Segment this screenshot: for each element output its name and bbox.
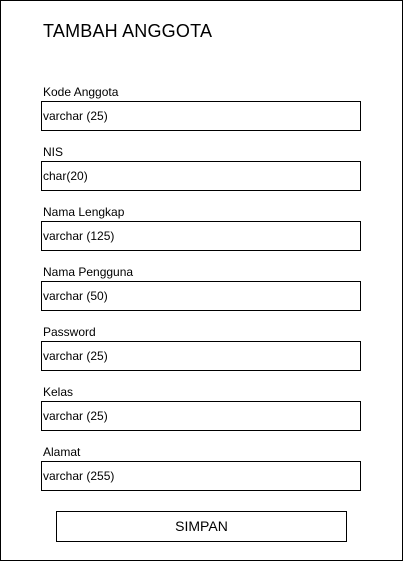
alamat-input[interactable]: varchar (255) [41, 461, 361, 491]
alamat-value: varchar (255) [43, 469, 115, 483]
nama-lengkap-label: Nama Lengkap [43, 205, 125, 219]
simpan-button[interactable]: SIMPAN [56, 511, 347, 542]
password-value: varchar (25) [43, 349, 108, 363]
nis-input[interactable]: char(20) [41, 161, 361, 191]
nama-lengkap-value: varchar (125) [43, 229, 115, 243]
alamat-label: Alamat [43, 445, 81, 459]
kelas-value: varchar (25) [43, 409, 108, 423]
nis-value: char(20) [43, 169, 88, 183]
password-label: Password [43, 325, 96, 339]
kelas-input[interactable]: varchar (25) [41, 401, 361, 431]
nis-label: NIS [43, 145, 64, 159]
kode-anggota-value: varchar (25) [43, 109, 108, 123]
kelas-label: Kelas [43, 385, 74, 399]
nama-pengguna-value: varchar (50) [43, 289, 108, 303]
form-panel: TAMBAH ANGGOTA Kode Anggota varchar (25)… [0, 0, 403, 561]
nama-lengkap-input[interactable]: varchar (125) [41, 221, 361, 251]
nama-pengguna-label: Nama Pengguna [43, 265, 134, 279]
kode-anggota-input[interactable]: varchar (25) [41, 101, 361, 131]
password-input[interactable]: varchar (25) [41, 341, 361, 371]
form-title: TAMBAH ANGGOTA [43, 21, 213, 41]
nama-pengguna-input[interactable]: varchar (50) [41, 281, 361, 311]
kode-anggota-label: Kode Anggota [43, 85, 119, 99]
